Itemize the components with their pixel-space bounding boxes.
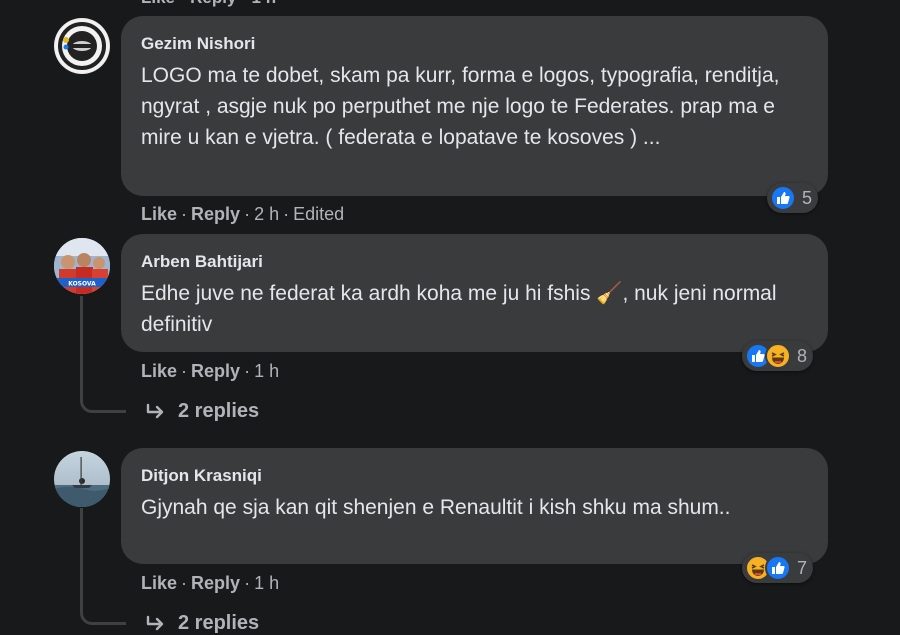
reply-button[interactable]: Reply (191, 361, 240, 381)
svg-text:KOSOVA: KOSOVA (68, 281, 96, 288)
comment-text: Edhe juve ne federat ka ardh koha me ju … (141, 282, 591, 305)
reply-button[interactable]: Reply (191, 204, 240, 224)
broom-emoji-icon: 🧹 (596, 282, 623, 305)
comment-author[interactable]: Ditjon Krasniqi (141, 466, 806, 486)
comment-bubble: Ditjon Krasniqi Gjynah qe sja kan qit sh… (121, 448, 828, 564)
replies-count: 2 replies (178, 612, 260, 634)
reaction-summary[interactable]: 5 (767, 183, 819, 213)
avatar-gezim-nishori[interactable] (54, 18, 110, 74)
comment-author[interactable]: Arben Bahtijari (141, 252, 806, 272)
thread-connector (80, 592, 126, 625)
previous-comment-meta: Like · Reply · 1 h (141, 0, 276, 8)
comment-text-container: Edhe juve ne federat ka ardh koha me ju … (141, 278, 806, 340)
view-replies-button[interactable]: 2 replies (146, 400, 259, 423)
reply-button[interactable]: Reply (191, 573, 240, 593)
timestamp[interactable]: 1 h (254, 361, 279, 381)
reply-arrow-icon (146, 615, 164, 630)
thread-connector (80, 380, 126, 413)
timestamp[interactable]: 1 h (254, 573, 279, 593)
comment-bubble: Arben Bahtijari Edhe juve ne federat ka … (121, 234, 828, 352)
comment-bubble: Gezim Nishori LOGO ma te dobet, skam pa … (121, 16, 828, 196)
avatar-ditjon-krasniqi[interactable] (54, 451, 110, 507)
like-reaction-icon (770, 185, 796, 211)
haha-reaction-icon (765, 343, 791, 369)
comment-actions: Like · Reply · 1 h (141, 361, 280, 381)
profile-photo-icon (54, 451, 110, 507)
edited-label[interactable]: Edited (293, 204, 344, 224)
avatar-arben-bahtijari[interactable]: KOSOVA (54, 238, 110, 294)
replies-count: 2 replies (178, 400, 260, 422)
like-button[interactable]: Like (141, 204, 177, 224)
timestamp[interactable]: 2 h (254, 204, 279, 224)
reaction-summary[interactable]: 7 (742, 553, 814, 583)
comment-actions: Like · Reply · 1 h (141, 573, 280, 593)
reaction-count: 8 (797, 345, 808, 366)
reply-arrow-icon (146, 403, 164, 418)
badge-logo-icon (55, 19, 109, 73)
reaction-count: 5 (802, 187, 813, 208)
comment-author[interactable]: Gezim Nishori (141, 34, 806, 54)
like-reaction-icon (765, 555, 791, 581)
view-replies-button[interactable]: 2 replies (146, 612, 259, 635)
like-button[interactable]: Like (141, 361, 177, 381)
like-button[interactable]: Like (141, 573, 177, 593)
reaction-count: 7 (797, 557, 808, 578)
profile-photo-icon: KOSOVA (54, 238, 110, 294)
comment-actions: Like · Reply · 2 h · Edited (141, 204, 345, 224)
reaction-summary[interactable]: 8 (742, 341, 814, 371)
comment-text: LOGO ma te dobet, skam pa kurr, forma e … (141, 64, 780, 149)
comment-text: Gjynah qe sja kan qit shenjen e Renaulti… (141, 496, 731, 519)
